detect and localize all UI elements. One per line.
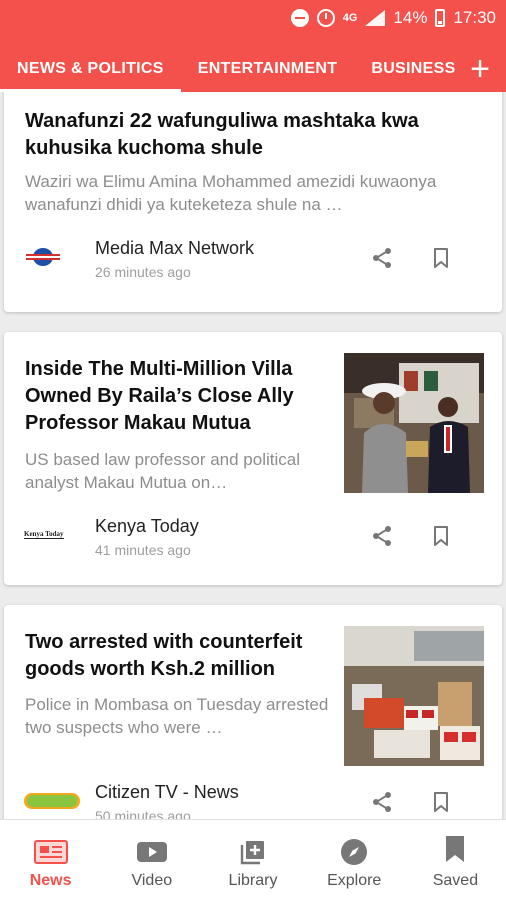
source-name[interactable]: Media Max Network	[95, 238, 254, 259]
publish-time: 50 minutes ago	[95, 808, 191, 819]
category-tabs: News & Politics Entertainment Business P…	[0, 46, 506, 92]
add-category-button[interactable]: +	[454, 46, 506, 92]
nav-saved-label: Saved	[432, 872, 479, 889]
network-type: 4G	[342, 12, 358, 24]
nav-video[interactable]: Video	[101, 820, 202, 900]
nav-explore[interactable]: Explore	[304, 820, 405, 900]
share-button[interactable]	[368, 788, 396, 816]
video-icon	[136, 838, 168, 866]
publish-time: 26 minutes ago	[95, 264, 191, 280]
article-title[interactable]: Two arrested with counterfeit goods wort…	[25, 629, 330, 683]
do-not-disturb-icon	[290, 9, 309, 27]
alarm-icon	[316, 9, 335, 27]
nav-explore-label: Explore	[327, 872, 382, 889]
bookmark-icon	[434, 792, 448, 812]
article-description: Police in Mombasa on Tuesday arrested tw…	[25, 695, 329, 737]
share-icon	[373, 526, 391, 546]
nav-saved[interactable]: Saved	[405, 820, 506, 900]
article-title[interactable]: Wanafunzi 22 wafunguliwa mashtaka kwa ku…	[25, 108, 465, 162]
tab-news-politics[interactable]: News & Politics	[0, 46, 181, 92]
share-button[interactable]	[368, 244, 396, 272]
bookmark-icon	[444, 832, 466, 866]
battery-icon	[435, 9, 446, 27]
source-logo: Kenya Today	[24, 522, 80, 546]
article-description: US based law professor and political ana…	[25, 450, 300, 492]
library-icon	[240, 838, 266, 866]
nav-library[interactable]: Library	[202, 820, 303, 900]
bottom-navigation: News Video Library Explore Saved	[0, 819, 506, 900]
source-logo	[24, 789, 80, 813]
nav-news-label: News	[29, 872, 72, 889]
tab-entertainment[interactable]: Entertainment	[181, 46, 355, 92]
source-name[interactable]: Kenya Today	[95, 516, 199, 537]
nav-news[interactable]: News	[0, 820, 101, 900]
battery-percent: 14%	[393, 8, 428, 27]
source-logo	[24, 245, 80, 269]
nav-video-label: Video	[131, 872, 173, 889]
bookmark-icon	[434, 526, 448, 546]
news-feed[interactable]: Wanafunzi 22 wafunguliwa mashtaka kwa ku…	[0, 92, 506, 819]
status-bar: 4G 14% 17:30	[290, 6, 496, 30]
nav-library-label: Library	[228, 872, 278, 889]
bookmark-button[interactable]	[427, 788, 455, 816]
article-card[interactable]: Inside The Multi-Million Villa Owned By …	[4, 332, 502, 585]
share-button[interactable]	[368, 522, 396, 550]
bookmark-icon	[434, 248, 448, 268]
source-name[interactable]: Citizen TV - News	[95, 782, 239, 803]
share-icon	[373, 248, 391, 268]
article-card[interactable]: Two arrested with counterfeit goods wort…	[4, 605, 502, 819]
share-icon	[373, 792, 391, 812]
article-card[interactable]: Wanafunzi 22 wafunguliwa mashtaka kwa ku…	[4, 92, 502, 312]
bookmark-button[interactable]	[427, 244, 455, 272]
compass-icon	[340, 838, 368, 866]
article-title[interactable]: Inside The Multi-Million Villa Owned By …	[25, 356, 325, 437]
source-logo-text: Kenya Today	[24, 529, 64, 539]
article-thumbnail[interactable]	[344, 353, 484, 493]
app-header: 4G 14% 17:30 News & Politics Entertainme…	[0, 0, 506, 92]
publish-time: 41 minutes ago	[95, 542, 191, 558]
newspaper-icon	[33, 838, 69, 866]
article-description: Waziri wa Elimu Amina Mohammed amezidi k…	[25, 172, 437, 214]
bookmark-button[interactable]	[427, 522, 455, 550]
article-thumbnail[interactable]	[344, 626, 484, 766]
signal-icon	[365, 10, 386, 26]
clock: 17:30	[453, 8, 496, 27]
